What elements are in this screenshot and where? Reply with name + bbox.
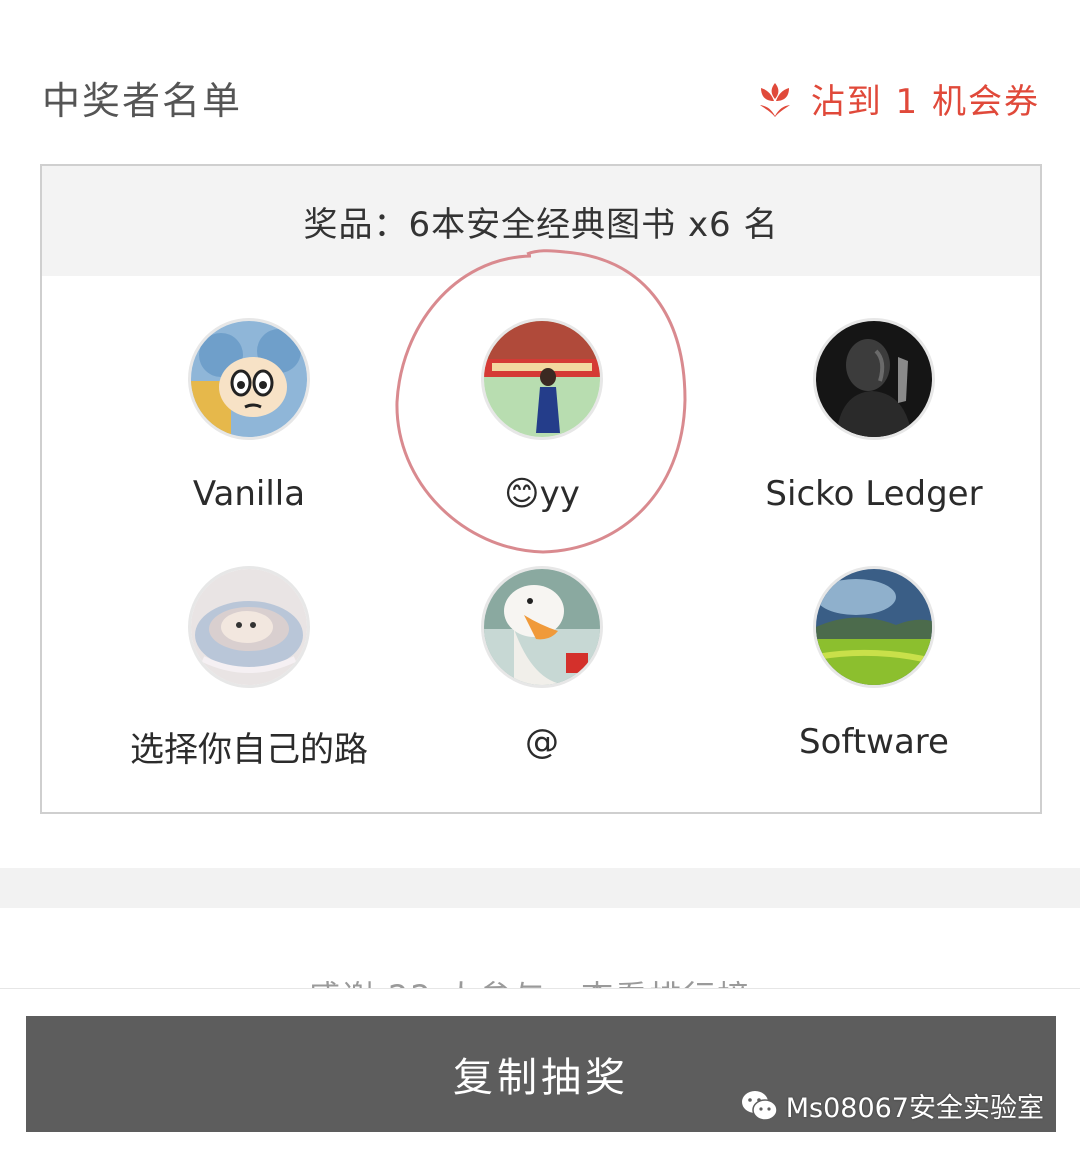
avatar bbox=[813, 566, 935, 688]
winner-item-choose-your-own-path[interactable]: 选择你自己的路 bbox=[83, 566, 415, 771]
winner-item-at[interactable]: @ bbox=[376, 566, 708, 762]
watermark: Ms08067安全实验室 bbox=[740, 1086, 1044, 1125]
watermark-text: Ms08067安全实验室 bbox=[785, 1093, 1044, 1124]
winner-name: @ bbox=[525, 722, 559, 762]
winner-name: 😊yy bbox=[504, 474, 580, 514]
winner-name: Vanilla bbox=[192, 474, 306, 514]
winner-name: Sicko Ledger bbox=[765, 474, 983, 514]
winner-item-vanilla[interactable]: Vanilla bbox=[83, 318, 415, 514]
wechat-icon bbox=[741, 1090, 778, 1121]
winner-panel: 奖品：6本安全经典图书 x6 名 Vanilla 😊yy Sicko Ledge… bbox=[40, 164, 1042, 814]
section-divider bbox=[0, 868, 1080, 908]
avatar bbox=[188, 318, 310, 440]
winner-item-software[interactable]: Software bbox=[708, 566, 1040, 762]
lottery-result-page: 中奖者名单 沾到 1 机会券 奖品：6本安全经典图书 x6 名 Vanilla … bbox=[0, 0, 1080, 1156]
page-title: 中奖者名单 bbox=[42, 79, 243, 123]
winner-name: 选择你自己的路 bbox=[130, 730, 368, 770]
prize-label: 奖品：6本安全经典图书 x6 名 bbox=[42, 166, 1040, 276]
avatar bbox=[188, 566, 310, 688]
avatar bbox=[813, 318, 935, 440]
coupon-label: 沾到 1 机会券 bbox=[810, 82, 1040, 122]
winner-item-sicko-ledger[interactable]: Sicko Ledger bbox=[708, 318, 1040, 514]
coupon-link[interactable]: 沾到 1 机会券 bbox=[755, 74, 1040, 123]
avatar bbox=[481, 318, 603, 440]
winner-name: Software bbox=[799, 722, 949, 762]
avatar bbox=[481, 566, 603, 688]
winner-item-yy[interactable]: 😊yy bbox=[376, 318, 708, 514]
tulip-icon bbox=[759, 82, 790, 117]
